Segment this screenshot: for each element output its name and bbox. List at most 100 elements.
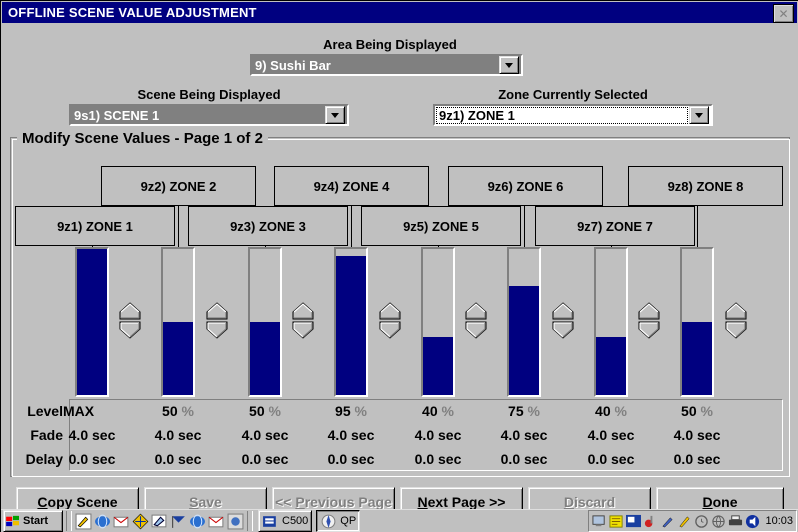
tray-display-icon[interactable] <box>626 514 642 529</box>
internet-explorer-icon[interactable] <box>94 513 111 530</box>
zone-label-box-8[interactable]: 9z8) ZONE 8 <box>628 166 783 206</box>
delay-value-8[interactable]: 0.0 sec <box>654 451 740 467</box>
spinner-arrows-icon[interactable] <box>378 301 402 341</box>
level-value-5[interactable]: 40 % <box>395 403 481 419</box>
zone-level-slider-7[interactable] <box>594 247 628 397</box>
level-value-4[interactable]: 95 % <box>308 403 394 419</box>
zone-label-box-7[interactable]: 9z7) ZONE 7 <box>535 206 695 246</box>
zone-label-box-1[interactable]: 9z1) ZONE 1 <box>15 206 175 246</box>
zone-dropdown[interactable]: 9z1) ZONE 1 <box>433 104 713 126</box>
zone-label-text: 9z4) ZONE 4 <box>313 178 390 194</box>
delay-value-3[interactable]: 0.0 sec <box>222 451 308 467</box>
spinner-arrows-icon[interactable] <box>637 301 661 341</box>
percent-symbol: % <box>614 403 627 419</box>
zone-label-box-6[interactable]: 9z6) ZONE 6 <box>448 166 603 206</box>
tools-icon[interactable] <box>151 513 168 530</box>
level-value-8[interactable]: 50 % <box>654 403 740 419</box>
tray-clock-label: 10:03 <box>765 515 793 527</box>
level-value-1[interactable]: MAX <box>49 403 135 419</box>
spin-up-icon <box>638 302 660 320</box>
zone-level-slider-6[interactable] <box>507 247 541 397</box>
scene-dropdown[interactable]: 9s1) SCENE 1 <box>69 104 349 126</box>
network-icon[interactable] <box>132 513 149 530</box>
fade-value-5[interactable]: 4.0 sec <box>395 427 481 443</box>
level-value-6[interactable]: 75 % <box>481 403 567 419</box>
zone-level-spinner-1[interactable] <box>118 301 142 341</box>
mail-icon[interactable] <box>208 513 225 530</box>
area-dropdown[interactable]: 9) Sushi Bar <box>250 54 523 76</box>
percent-symbol: % <box>441 403 454 419</box>
application-icon <box>263 515 276 527</box>
tray-volume-icon[interactable] <box>745 514 760 529</box>
tray-clock-icon[interactable] <box>694 514 709 529</box>
zone-level-slider-8[interactable] <box>680 247 714 397</box>
zone-label-box-4[interactable]: 9z4) ZONE 4 <box>274 166 429 206</box>
fade-value-8[interactable]: 4.0 sec <box>654 427 740 443</box>
tray-globe-icon[interactable] <box>711 514 726 529</box>
tray-pencil-icon[interactable] <box>677 514 692 529</box>
taskbar-item[interactable]: C500 <box>258 510 313 532</box>
start-button-label: Start <box>23 515 49 527</box>
delay-value-2[interactable]: 0.0 sec <box>135 451 221 467</box>
show-desktop-icon[interactable] <box>227 513 244 530</box>
fade-value-2[interactable]: 4.0 sec <box>135 427 221 443</box>
zone-level-slider-3[interactable] <box>248 247 282 397</box>
fade-value-4[interactable]: 4.0 sec <box>308 427 394 443</box>
taskbar-item[interactable]: QP <box>316 510 361 532</box>
delay-value-1[interactable]: 0.0 sec <box>49 451 135 467</box>
tray-notes-icon[interactable] <box>609 514 624 529</box>
zone-level-spinner-6[interactable] <box>551 301 575 341</box>
zone-level-spinner-2[interactable] <box>205 301 229 341</box>
tray-monitor-icon[interactable] <box>592 514 607 529</box>
zone-level-spinner-4[interactable] <box>378 301 402 341</box>
spin-down-icon <box>465 321 487 339</box>
zone-level-spinner-3[interactable] <box>291 301 315 341</box>
mail-icon[interactable] <box>113 513 130 530</box>
fade-value-1[interactable]: 4.0 sec <box>49 427 135 443</box>
zone-label-text: 9z2) ZONE 2 <box>140 178 217 194</box>
zone-label-box-3[interactable]: 9z3) ZONE 3 <box>188 206 348 246</box>
spinner-arrows-icon[interactable] <box>464 301 488 341</box>
delay-value-6[interactable]: 0.0 sec <box>481 451 567 467</box>
spinner-arrows-icon[interactable] <box>118 301 142 341</box>
delay-value-5[interactable]: 0.0 sec <box>395 451 481 467</box>
flag-icon[interactable] <box>170 513 187 530</box>
delay-value-4[interactable]: 0.0 sec <box>308 451 394 467</box>
zone-level-slider-1[interactable] <box>75 247 109 397</box>
application-icon <box>321 514 336 528</box>
chevron-down-icon[interactable] <box>325 106 345 124</box>
level-value-3[interactable]: 50 % <box>222 403 308 419</box>
spinner-arrows-icon[interactable] <box>291 301 315 341</box>
zone-label-box-2[interactable]: 9z2) ZONE 2 <box>101 166 256 206</box>
level-value-7[interactable]: 40 % <box>568 403 654 419</box>
tray-printer-icon[interactable] <box>728 514 743 529</box>
fade-value-7[interactable]: 4.0 sec <box>568 427 654 443</box>
slider-fill <box>163 322 193 395</box>
group-title: Modify Scene Values - Page 1 of 2 <box>17 130 268 147</box>
close-icon[interactable]: ✕ <box>773 4 794 23</box>
spinner-arrows-icon[interactable] <box>724 301 748 341</box>
zone-level-slider-4[interactable] <box>334 247 368 397</box>
level-value-2[interactable]: 50 % <box>135 403 221 419</box>
delay-value-7[interactable]: 0.0 sec <box>568 451 654 467</box>
zone-level-slider-2[interactable] <box>161 247 195 397</box>
fade-value-3[interactable]: 4.0 sec <box>222 427 308 443</box>
zone-level-spinner-5[interactable] <box>464 301 488 341</box>
fade-value-6[interactable]: 4.0 sec <box>481 427 567 443</box>
spinner-arrows-icon[interactable] <box>551 301 575 341</box>
zone-level-slider-5[interactable] <box>421 247 455 397</box>
paint-icon[interactable] <box>75 513 92 530</box>
zone-level-spinner-7[interactable] <box>637 301 661 341</box>
zone-level-spinner-8[interactable] <box>724 301 748 341</box>
taskbar-divider <box>66 511 72 531</box>
start-button[interactable]: Start <box>3 510 63 532</box>
tray-alert-icon[interactable] <box>643 514 658 529</box>
slider-fill <box>77 249 107 395</box>
spinner-arrows-icon[interactable] <box>205 301 229 341</box>
zone-label-box-5[interactable]: 9z5) ZONE 5 <box>361 206 521 246</box>
tray-tools-icon[interactable] <box>660 514 675 529</box>
internet-explorer-icon[interactable] <box>189 513 206 530</box>
zone-field-label: Zone Currently Selected <box>498 87 648 102</box>
chevron-down-icon[interactable] <box>689 106 709 124</box>
chevron-down-icon[interactable] <box>499 56 519 74</box>
